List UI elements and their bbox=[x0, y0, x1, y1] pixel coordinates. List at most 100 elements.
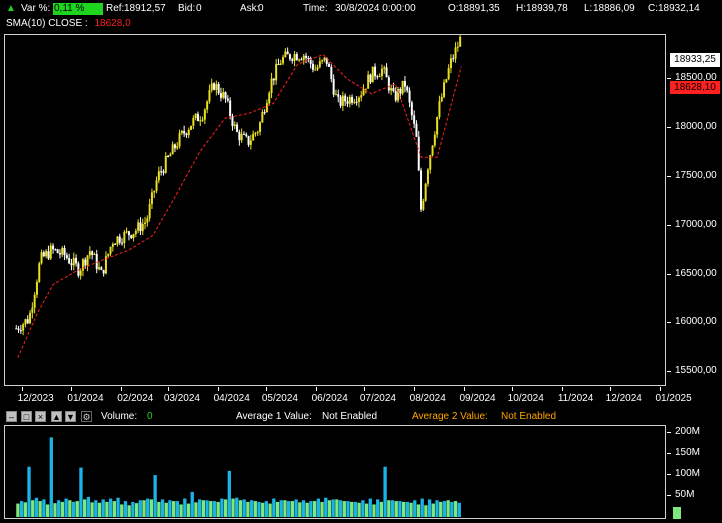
volume-tag bbox=[673, 507, 681, 519]
y-tick-label: 16000,00 bbox=[675, 316, 717, 328]
maximize-icon[interactable]: □ bbox=[21, 411, 32, 422]
candle-body bbox=[314, 69, 317, 71]
volume-bar bbox=[64, 498, 68, 517]
candle-body bbox=[114, 243, 117, 245]
low-label: L: bbox=[584, 3, 593, 14]
move-down-icon[interactable]: ▼ bbox=[65, 411, 76, 422]
candle-body bbox=[54, 249, 57, 251]
ask-value: 0 bbox=[258, 3, 264, 14]
volume-bar bbox=[38, 501, 42, 517]
candle-body bbox=[116, 236, 119, 245]
close-label: C: bbox=[648, 3, 658, 14]
candle-body bbox=[33, 294, 36, 308]
volume-bar bbox=[457, 502, 461, 517]
time-axis[interactable]: 12/2023 01/2024 02/2024 03/2024 04/2024 05/20… bbox=[0, 387, 722, 407]
x-tick-label: 05/2024 bbox=[261, 393, 298, 404]
candle-body bbox=[447, 68, 450, 80]
settings-icon[interactable]: ⚙ bbox=[81, 411, 92, 422]
candle-body bbox=[268, 92, 271, 104]
volume-tick-label: 200M bbox=[675, 426, 701, 438]
x-tick-label: 03/2024 bbox=[163, 393, 200, 404]
volume-bar bbox=[279, 500, 283, 517]
volume-bar bbox=[253, 501, 257, 517]
var-value-badge: 0,11 % bbox=[53, 3, 103, 15]
candle-body bbox=[88, 251, 91, 256]
price-chart[interactable] bbox=[4, 34, 666, 386]
volume-bar bbox=[105, 501, 109, 517]
ref-label: Ref: bbox=[106, 3, 125, 14]
candle-body bbox=[367, 74, 370, 89]
candle-body bbox=[194, 113, 197, 118]
volume-tick-label: 150M bbox=[675, 447, 701, 459]
volume-bar bbox=[305, 502, 309, 517]
y-tick-mark bbox=[667, 273, 671, 275]
volume-bar bbox=[257, 501, 261, 517]
candle-body bbox=[217, 84, 220, 94]
volume-bar bbox=[450, 501, 454, 517]
candle-body bbox=[259, 122, 262, 132]
candle-body bbox=[401, 80, 404, 94]
candle-body bbox=[91, 251, 94, 255]
volume-bar bbox=[227, 470, 231, 517]
candle-body bbox=[141, 223, 144, 232]
candle-body bbox=[178, 133, 181, 147]
volume-bar bbox=[153, 475, 157, 517]
candle-body bbox=[443, 82, 446, 97]
volume-chart[interactable] bbox=[4, 425, 666, 519]
volume-bar bbox=[194, 502, 198, 517]
volume-bar bbox=[120, 504, 124, 517]
volume-label: Volume: bbox=[101, 411, 138, 422]
candle-body bbox=[132, 233, 135, 238]
candle-body bbox=[157, 171, 160, 181]
candle-body bbox=[275, 64, 278, 81]
x-tick-label: 04/2024 bbox=[213, 393, 250, 404]
y-tick-label: 17500,00 bbox=[675, 169, 717, 181]
candle-body bbox=[219, 93, 222, 98]
candle-body bbox=[348, 96, 351, 104]
volume-bar bbox=[53, 503, 57, 517]
volume-bar bbox=[209, 501, 213, 517]
candle-body bbox=[422, 200, 425, 210]
candle-body bbox=[277, 64, 280, 66]
volume-bar bbox=[75, 501, 79, 517]
minimize-icon[interactable]: – bbox=[6, 411, 17, 422]
candle-body bbox=[137, 222, 140, 231]
candle-body bbox=[45, 251, 48, 257]
volume-bar bbox=[331, 499, 335, 517]
candle-body bbox=[123, 231, 126, 243]
candle-body bbox=[431, 145, 434, 156]
candle-body bbox=[321, 59, 324, 62]
candle-body bbox=[403, 80, 406, 87]
high-label: H: bbox=[516, 3, 526, 14]
open-value: 18891,35 bbox=[458, 3, 500, 14]
volume-axis[interactable]: 200M 150M 100M 50M bbox=[667, 425, 722, 519]
x-tick-label: 07/2024 bbox=[359, 393, 396, 404]
close-icon[interactable]: × bbox=[35, 411, 46, 422]
var-label: Var %: bbox=[21, 3, 51, 14]
candle-body bbox=[49, 245, 52, 259]
y-tick-mark bbox=[667, 322, 671, 324]
candle-body bbox=[408, 90, 411, 103]
x-tick-mark bbox=[167, 387, 169, 391]
candle-body bbox=[52, 245, 55, 250]
x-tick-mark bbox=[71, 387, 73, 391]
volume-bar bbox=[101, 499, 105, 517]
move-up-icon[interactable]: ▲ bbox=[51, 411, 62, 422]
candle-body bbox=[438, 101, 441, 117]
candle-body bbox=[249, 140, 252, 145]
candle-body bbox=[394, 91, 397, 101]
candle-body bbox=[100, 267, 103, 270]
candle-body bbox=[61, 247, 64, 255]
candle-body bbox=[436, 116, 439, 135]
candle-body bbox=[148, 204, 151, 219]
y-tick-mark bbox=[667, 224, 671, 226]
volume-bar bbox=[157, 501, 161, 517]
volume-bar bbox=[264, 501, 269, 517]
volume-bar bbox=[309, 501, 313, 517]
volume-bar bbox=[223, 499, 228, 517]
volume-bar bbox=[220, 498, 224, 517]
candle-body bbox=[293, 54, 296, 61]
volume-bar bbox=[112, 501, 116, 517]
x-tick-mark bbox=[463, 387, 465, 391]
candle-body bbox=[291, 59, 294, 61]
